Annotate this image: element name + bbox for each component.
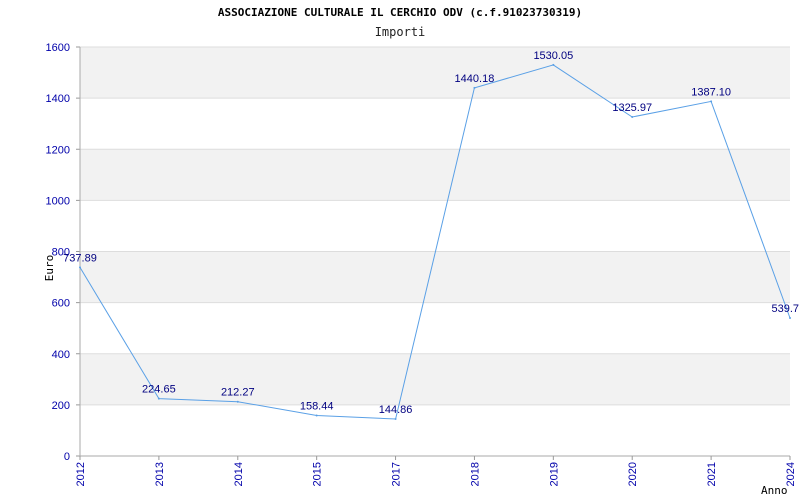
plot-band: [80, 302, 790, 354]
plot-band: [80, 200, 790, 252]
data-point: [394, 417, 397, 420]
x-tick-label: 2024: [785, 462, 797, 486]
data-point: [710, 100, 713, 103]
data-label: 1325.97: [612, 102, 652, 114]
x-tick-label: 2019: [548, 462, 560, 486]
plot-band: [80, 98, 790, 150]
data-point: [552, 63, 555, 66]
data-label: 1387.10: [691, 86, 731, 98]
x-tick-label: 2015: [312, 462, 324, 486]
y-tick-label: 600: [52, 298, 70, 310]
x-axis-label: Anno: [761, 484, 788, 497]
y-tick-label: 0: [64, 451, 70, 463]
plot-band: [80, 353, 790, 405]
x-tick-label: 2013: [154, 462, 166, 486]
data-point: [157, 397, 160, 400]
data-point: [236, 400, 239, 403]
data-label: 1530.05: [533, 50, 573, 62]
plot-band: [80, 404, 790, 456]
data-point: [631, 116, 634, 119]
data-label: 737.89: [63, 252, 97, 264]
data-point: [789, 317, 791, 320]
y-tick-label: 1200: [46, 144, 70, 156]
data-label: 212.27: [221, 387, 255, 399]
y-tick-label: 1000: [46, 195, 70, 207]
data-point: [79, 266, 81, 269]
data-label: 1440.18: [455, 73, 495, 85]
data-label: 224.65: [142, 384, 176, 396]
line-chart: 02004006008001000120014001600 2012 2013 20…: [43, 42, 799, 497]
y-axis-label: Euro: [43, 255, 56, 282]
x-tick-labels: 2012 2013 2014 2015 2017 2018 2019 2020 2021 2024: [75, 462, 797, 486]
y-tick-label: 1400: [46, 93, 70, 105]
y-tick-label: 200: [52, 400, 70, 412]
data-point: [315, 414, 318, 417]
data-point: [473, 86, 476, 89]
plot-band: [80, 47, 790, 99]
x-tick-label: 2018: [469, 462, 481, 486]
data-label: 539.7: [771, 303, 799, 315]
y-tick-label: 400: [52, 349, 70, 361]
plot-band: [80, 149, 790, 201]
x-tick-label: 2020: [627, 462, 639, 486]
x-tick-label: 2017: [391, 462, 403, 486]
plot-band: [80, 251, 790, 303]
y-tick-label: 1600: [46, 42, 70, 54]
data-label: 144.86: [379, 404, 413, 416]
x-tick-label: 2014: [233, 462, 245, 486]
x-tick-label: 2021: [706, 462, 718, 486]
x-tick-label: 2012: [75, 462, 87, 486]
data-label: 158.44: [300, 400, 334, 412]
